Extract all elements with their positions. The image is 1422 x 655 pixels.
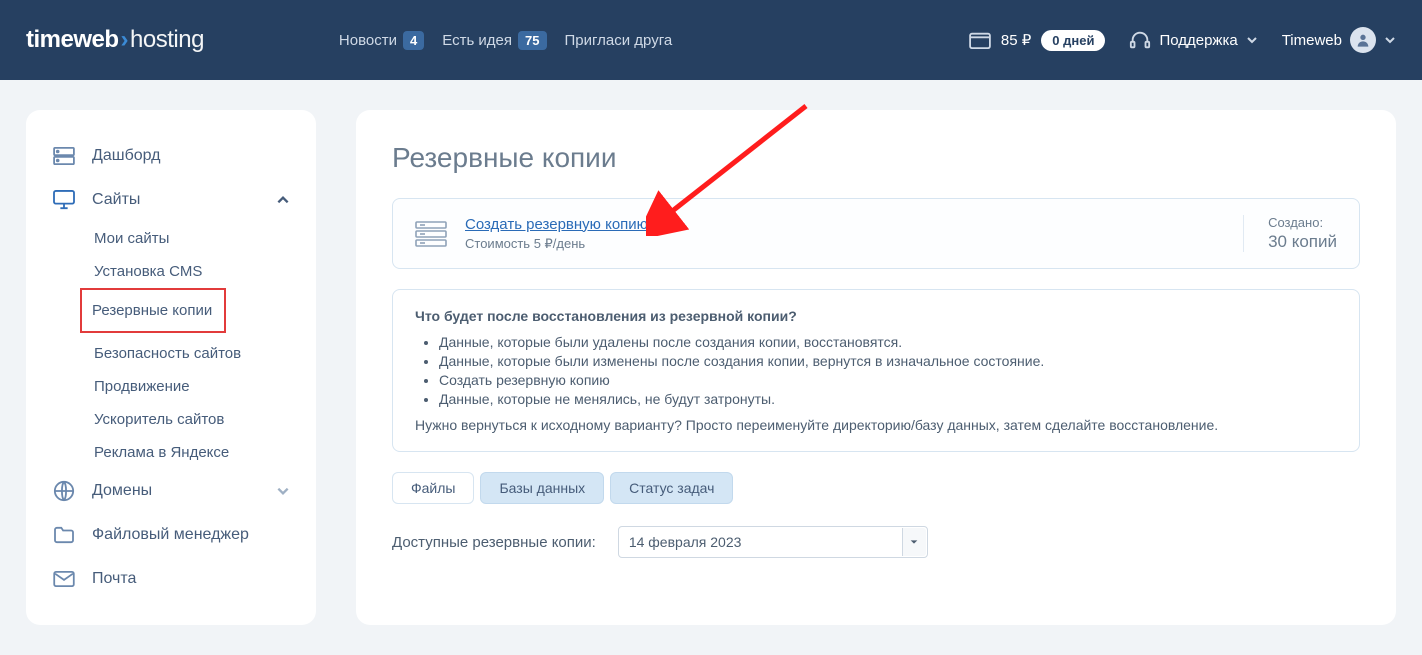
user-icon xyxy=(1355,32,1371,48)
nav-news-label: Новости xyxy=(339,32,397,49)
created-value: 30 копий xyxy=(1268,232,1337,252)
logo-product: hosting xyxy=(130,26,204,54)
support-link[interactable]: Поддержка xyxy=(1129,29,1257,51)
nav-idea-badge: 75 xyxy=(518,31,546,50)
sidebar-fm-label: Файловый менеджер xyxy=(92,526,249,544)
logo[interactable]: timeweb › hosting xyxy=(26,26,204,54)
sidebar-mail[interactable]: Почта xyxy=(44,557,298,601)
created-label: Создано: xyxy=(1268,215,1337,230)
sidebar-sites-label: Сайты xyxy=(92,191,140,209)
sidebar-sub-backups[interactable]: Резервные копии xyxy=(86,294,220,327)
chevron-up-icon xyxy=(276,193,290,207)
headset-icon xyxy=(1129,29,1151,51)
account-menu[interactable]: Timeweb xyxy=(1282,27,1396,53)
mail-icon xyxy=(52,567,76,591)
nav-news-badge: 4 xyxy=(403,31,424,50)
support-label: Поддержка xyxy=(1159,32,1237,49)
folder-icon xyxy=(52,523,76,547)
nav-invite[interactable]: Пригласи друга xyxy=(565,32,673,49)
sidebar-sub-security[interactable]: Безопасность сайтов xyxy=(92,337,298,370)
create-backup-link[interactable]: Создать резервную копию xyxy=(465,216,648,233)
info-bullet: Создать резервную копию xyxy=(439,372,1337,388)
tab-files[interactable]: Файлы xyxy=(392,472,474,504)
dashboard-icon xyxy=(52,144,76,168)
globe-icon xyxy=(52,479,76,503)
backup-date-select[interactable]: 14 февраля 2023 xyxy=(618,526,928,558)
backup-cost: Стоимость 5 ₽/день xyxy=(465,236,648,252)
account-label: Timeweb xyxy=(1282,32,1342,49)
server-stack-icon xyxy=(415,221,447,247)
sidebar-sub-cms[interactable]: Установка CMS xyxy=(92,255,298,288)
chevron-down-icon xyxy=(276,484,290,498)
tab-db[interactable]: Базы данных xyxy=(480,472,604,504)
monitor-icon xyxy=(52,188,76,212)
wallet-icon xyxy=(969,31,991,49)
wallet-days: 0 дней xyxy=(1041,30,1105,51)
sidebar-mail-label: Почта xyxy=(92,570,136,588)
logo-brand: timeweb xyxy=(26,26,119,54)
info-question: Что будет после восстановления из резерв… xyxy=(415,308,1337,324)
avatar xyxy=(1350,27,1376,53)
wallet-balance: 85 ₽ xyxy=(1001,31,1031,49)
sidebar-sub-accel[interactable]: Ускоритель сайтов xyxy=(92,403,298,436)
chevron-down-icon xyxy=(1384,34,1396,46)
info-box: Что будет после восстановления из резерв… xyxy=(392,289,1360,452)
sidebar-domains-label: Домены xyxy=(92,482,152,500)
sidebar-fm[interactable]: Файловый менеджер xyxy=(44,513,298,557)
sidebar-dashboard[interactable]: Дашборд xyxy=(44,134,298,178)
logo-chevron-icon: › xyxy=(121,26,129,54)
backup-panel: Создать резервную копию Стоимость 5 ₽/де… xyxy=(392,198,1360,269)
tab-tasks[interactable]: Статус задач xyxy=(610,472,733,504)
nav-invite-label: Пригласи друга xyxy=(565,32,673,49)
sidebar-sites[interactable]: Сайты xyxy=(44,178,298,222)
chevron-down-icon xyxy=(1246,34,1258,46)
nav-news[interactable]: Новости 4 xyxy=(339,31,424,50)
info-bullet: Данные, которые были удалены после созда… xyxy=(439,334,1337,350)
info-bullet: Данные, которые были изменены после созд… xyxy=(439,353,1337,369)
sidebar-sub-promo[interactable]: Продвижение xyxy=(92,370,298,403)
nav-idea-label: Есть идея xyxy=(442,32,512,49)
nav-idea[interactable]: Есть идея 75 xyxy=(442,31,546,50)
page-title: Резервные копии xyxy=(392,142,1360,174)
sidebar-sub-yandex[interactable]: Реклама в Яндексе xyxy=(92,436,298,469)
info-bullet: Данные, которые не менялись, не будут за… xyxy=(439,391,1337,407)
wallet[interactable]: 85 ₽ 0 дней xyxy=(969,30,1106,51)
sidebar-domains[interactable]: Домены xyxy=(44,469,298,513)
sidebar-dashboard-label: Дашборд xyxy=(92,147,161,165)
sidebar: Дашборд Сайты Мои сайты Установка CMS Ре… xyxy=(26,110,316,625)
sidebar-sub-mysites[interactable]: Мои сайты xyxy=(92,222,298,255)
filter-label: Доступные резервные копии: xyxy=(392,534,596,551)
info-footer: Нужно вернуться к исходному варианту? Пр… xyxy=(415,417,1337,433)
